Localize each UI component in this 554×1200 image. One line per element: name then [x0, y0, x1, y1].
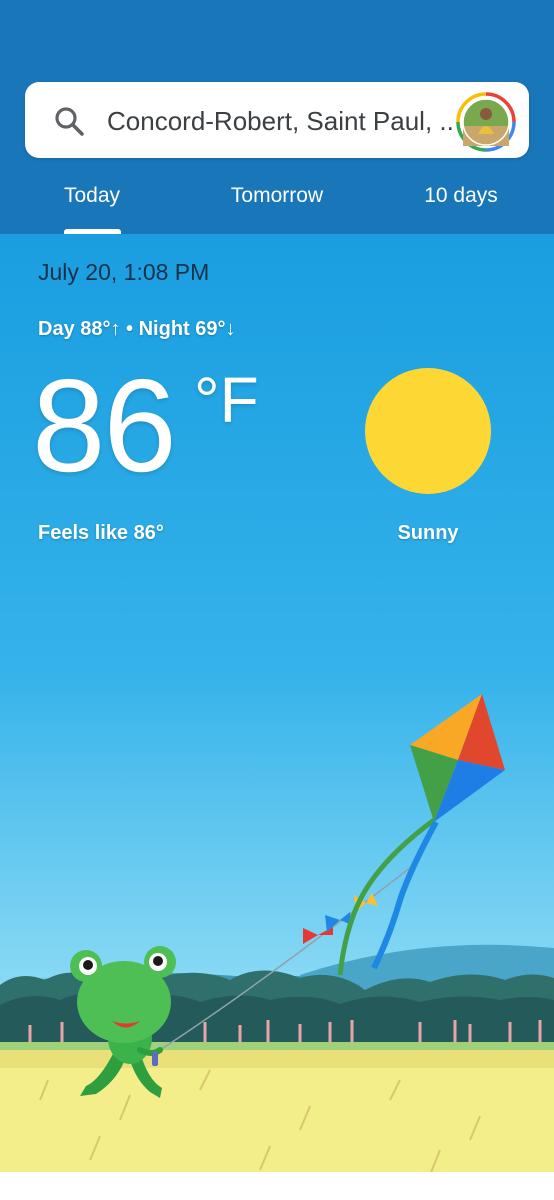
current-temperature: 86 [32, 352, 177, 499]
tab-today[interactable]: Today [40, 178, 144, 214]
kite-frog-illustration [0, 694, 554, 1200]
tab-tomorrow[interactable]: Tomorrow [200, 178, 354, 214]
weather-app: Concord-Robert, Saint Paul, ... Today To… [0, 0, 554, 1200]
day-night-temps: Day 88°↑ • Night 69°↓ [38, 318, 236, 340]
tab-10-days[interactable]: 10 days [408, 178, 514, 214]
date-time: July 20, 1:08 PM [38, 259, 210, 285]
location-text[interactable]: Concord-Robert, Saint Paul, ... [107, 104, 452, 138]
feels-like: Feels like 86° [38, 522, 164, 544]
avatar-icon[interactable] [456, 92, 516, 152]
condition-label: Sunny [397, 522, 459, 544]
search-icon[interactable] [52, 104, 86, 138]
temperature-unit: °F [194, 364, 259, 436]
sun-icon [365, 368, 491, 494]
